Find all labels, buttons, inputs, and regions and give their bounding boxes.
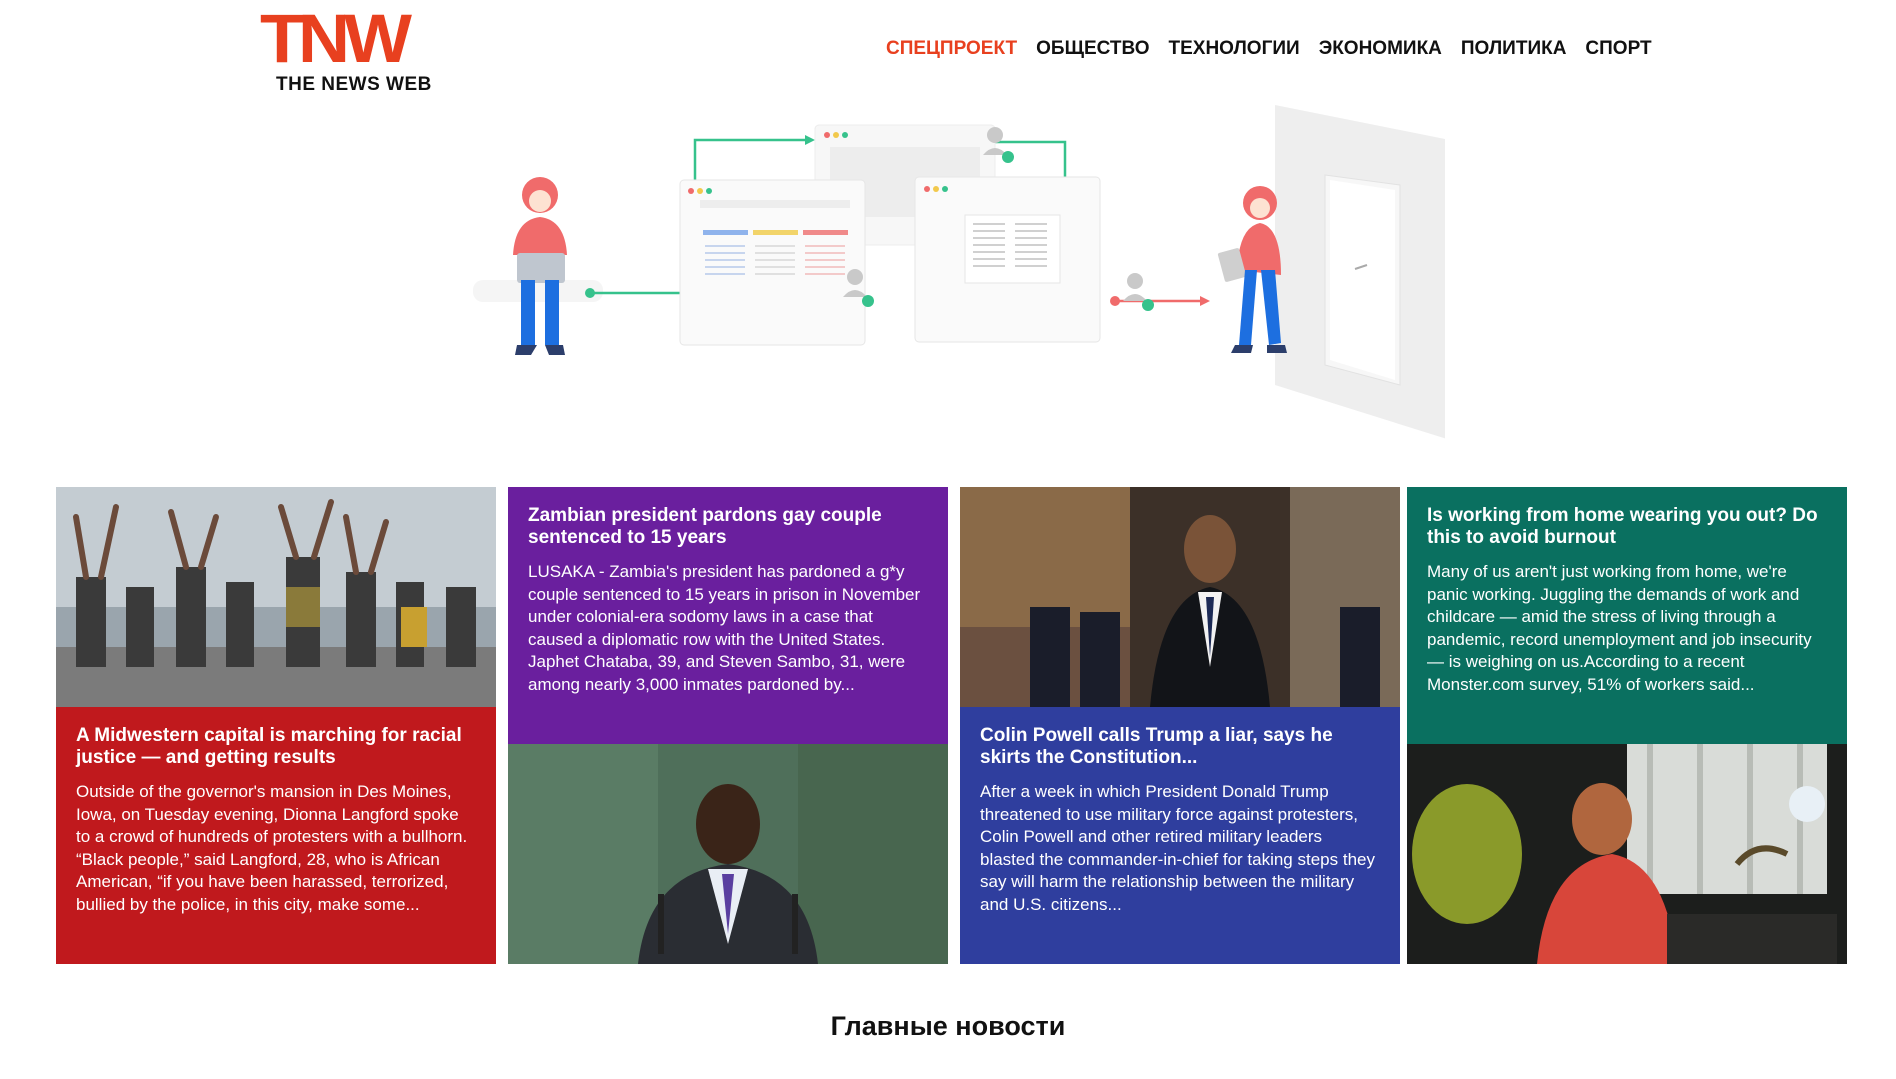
card-text-blue[interactable]: Colin Powell calls Trump a liar, says he…: [960, 707, 1400, 964]
news-card[interactable]: Zambian president pardons gay couple sen…: [508, 487, 948, 964]
card-text-purple[interactable]: Zambian president pardons gay couple sen…: [508, 487, 948, 744]
news-grid: A Midwestern capital is marching for rac…: [56, 487, 1847, 964]
nav-item-politics[interactable]: ПОЛИТИКА: [1461, 38, 1567, 60]
logo-subtitle: THE NEWS WEB: [276, 74, 432, 95]
site-logo[interactable]: TNW THE NEWS WEB: [260, 1, 450, 95]
nav-item-sport[interactable]: СПОРТ: [1585, 38, 1651, 60]
news-card[interactable]: Is working from home wearing you out? Do…: [1407, 487, 1847, 964]
card-title[interactable]: Zambian president pardons gay couple sen…: [528, 505, 928, 549]
nav-item-special[interactable]: СПЕЦПРОЕКТ: [886, 38, 1017, 60]
work-from-home-photo[interactable]: [1407, 744, 1847, 964]
main-nav: СПЕЦПРОЕКТ ОБЩЕСТВО ТЕХНОЛОГИИ ЭКОНОМИКА…: [886, 38, 1671, 60]
card-title[interactable]: Is working from home wearing you out? Do…: [1427, 505, 1827, 549]
hero-illustration: [455, 105, 1450, 440]
nav-item-technology[interactable]: ТЕХНОЛОГИИ: [1169, 38, 1300, 60]
nav-item-society[interactable]: ОБЩЕСТВО: [1036, 38, 1149, 60]
card-text-red[interactable]: A Midwestern capital is marching for rac…: [56, 707, 496, 964]
protest-photo[interactable]: [56, 487, 496, 707]
card-text-green[interactable]: Is working from home wearing you out? Do…: [1407, 487, 1847, 744]
card-title[interactable]: Colin Powell calls Trump a liar, says he…: [980, 725, 1380, 769]
person-left-icon: [473, 177, 603, 355]
section-title: Главные новости: [830, 1011, 1066, 1041]
nav-item-economy[interactable]: ЭКОНОМИКА: [1319, 38, 1442, 60]
card-excerpt: Many of us aren't just working from home…: [1427, 562, 1812, 694]
card-excerpt: LUSAKA - Zambia's president has pardoned…: [528, 562, 921, 694]
card-excerpt: After a week in which President Donald T…: [980, 782, 1375, 914]
news-card[interactable]: Colin Powell calls Trump a liar, says he…: [960, 487, 1400, 964]
card-title[interactable]: A Midwestern capital is marching for rac…: [76, 725, 476, 769]
card-excerpt: Outside of the governor's mansion in Des…: [76, 782, 468, 914]
news-card[interactable]: A Midwestern capital is marching for rac…: [56, 487, 496, 964]
zambian-president-photo[interactable]: [508, 744, 948, 964]
colin-powell-photo[interactable]: [960, 487, 1400, 707]
logo-mark: TNW: [260, 1, 412, 78]
